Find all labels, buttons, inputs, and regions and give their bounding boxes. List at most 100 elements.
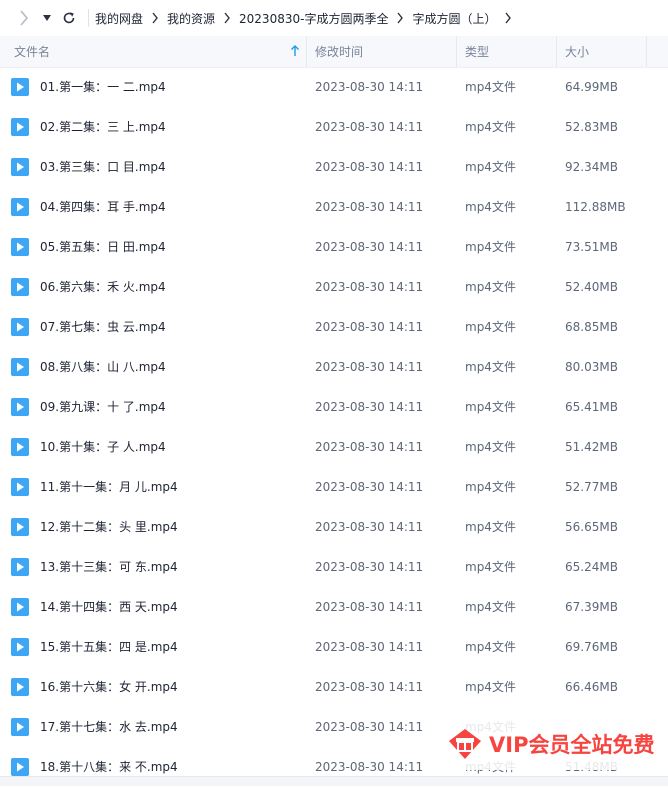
- file-type: mp4文件: [465, 320, 516, 334]
- file-type: mp4文件: [465, 480, 516, 494]
- video-file-icon: [11, 678, 29, 696]
- file-name[interactable]: 04.第四集：耳 手.mp4: [40, 187, 166, 227]
- file-row[interactable]: 13.第十三集：可 东.mp4 2023-08-30 14:11 mp4文件 65.2…: [0, 547, 668, 587]
- file-row[interactable]: 03.第三集：口 目.mp4 2023-08-30 14:11 mp4文件 92.34…: [0, 147, 668, 187]
- file-modified-time: 2023-08-30 14:11: [315, 360, 424, 374]
- file-name[interactable]: 07.第七集：虫 云.mp4: [40, 307, 166, 347]
- file-size: 65.41MB: [565, 400, 618, 414]
- file-modified-time: 2023-08-30 14:11: [315, 400, 424, 414]
- file-row[interactable]: 05.第五集：日 田.mp4 2023-08-30 14:11 mp4文件 73.51…: [0, 227, 668, 267]
- file-modified-time: 2023-08-30 14:11: [315, 120, 424, 134]
- file-size: 67.39MB: [565, 600, 618, 614]
- breadcrumb: 我的网盘 我的资源 20230830-字成方圆两季全 字成方圆（上）: [95, 10, 520, 27]
- column-header-size[interactable]: 大小: [556, 36, 646, 67]
- file-name[interactable]: 09.第九课：十 了.mp4: [40, 387, 166, 427]
- vip-promo-text: VIP会员全站免费: [489, 733, 655, 757]
- video-file-icon: [11, 478, 29, 496]
- file-name[interactable]: 05.第五集：日 田.mp4: [40, 227, 166, 267]
- column-header-type[interactable]: 类型: [456, 36, 556, 67]
- file-row[interactable]: 08.第八集：山 八.mp4 2023-08-30 14:11 mp4文件 80.03…: [0, 347, 668, 387]
- breadcrumb-item-current[interactable]: 字成方圆（上）: [412, 10, 496, 27]
- file-name[interactable]: 01.第一集：一 二.mp4: [40, 67, 166, 107]
- file-name[interactable]: 10.第十集：子 人.mp4: [40, 427, 166, 467]
- toolbar: 我的网盘 我的资源 20230830-字成方圆两季全 字成方圆（上）: [0, 0, 668, 36]
- file-row[interactable]: 06.第六集：禾 火.mp4 2023-08-30 14:11 mp4文件 52.40…: [0, 267, 668, 307]
- video-file-icon: [11, 158, 29, 176]
- file-size: 56.65MB: [565, 520, 618, 534]
- history-dropdown-button[interactable]: [38, 0, 56, 36]
- file-row[interactable]: 14.第十四集：西 天.mp4 2023-08-30 14:11 mp4文件 67.3…: [0, 587, 668, 627]
- file-name[interactable]: 14.第十四集：西 天.mp4: [40, 587, 178, 627]
- refresh-icon: [63, 12, 75, 24]
- column-header-mtime[interactable]: 修改时间: [306, 36, 456, 67]
- column-header-mtime-label: 修改时间: [315, 45, 364, 59]
- file-type: mp4文件: [465, 680, 516, 694]
- file-modified-time: 2023-08-30 14:11: [315, 600, 424, 614]
- video-file-icon: [11, 398, 29, 416]
- file-size: 52.40MB: [565, 280, 618, 294]
- video-file-icon: [11, 278, 29, 296]
- chevron-right-icon: [388, 12, 412, 24]
- file-size: 52.83MB: [565, 120, 618, 134]
- file-row[interactable]: 01.第一集：一 二.mp4 2023-08-30 14:11 mp4文件 64.99…: [0, 67, 668, 107]
- file-size: 68.85MB: [565, 320, 618, 334]
- file-row[interactable]: 10.第十集：子 人.mp4 2023-08-30 14:11 mp4文件 51.42…: [0, 427, 668, 467]
- file-modified-time: 2023-08-30 14:11: [315, 440, 424, 454]
- file-name[interactable]: 16.第十六集：女 开.mp4: [40, 667, 178, 707]
- file-name[interactable]: 11.第十一集：月 儿.mp4: [40, 467, 178, 507]
- file-size: 64.99MB: [565, 80, 618, 94]
- file-row[interactable]: 16.第十六集：女 开.mp4 2023-08-30 14:11 mp4文件 66.4…: [0, 667, 668, 707]
- file-modified-time: 2023-08-30 14:11: [315, 240, 424, 254]
- column-header: 文件名 修改时间 类型 大小: [0, 36, 668, 68]
- file-size: 73.51MB: [565, 240, 618, 254]
- file-row[interactable]: 15.第十五集：四 是.mp4 2023-08-30 14:11 mp4文件 69.7…: [0, 627, 668, 667]
- back-button[interactable]: [10, 0, 38, 36]
- breadcrumb-item[interactable]: 我的资源: [167, 10, 215, 27]
- file-modified-time: 2023-08-30 14:11: [315, 320, 424, 334]
- file-row[interactable]: 07.第七集：虫 云.mp4 2023-08-30 14:11 mp4文件 68.85…: [0, 307, 668, 347]
- vip-promo-badge[interactable]: VIP会员全站免费: [447, 718, 655, 770]
- file-name[interactable]: 12.第十二集：头 里.mp4: [40, 507, 178, 547]
- file-modified-time: 2023-08-30 14:11: [315, 160, 424, 174]
- file-modified-time: 2023-08-30 14:11: [315, 200, 424, 214]
- file-row[interactable]: 11.第十一集：月 儿.mp4 2023-08-30 14:11 mp4文件 52.7…: [0, 467, 668, 507]
- file-type: mp4文件: [465, 240, 516, 254]
- file-row[interactable]: 09.第九课：十 了.mp4 2023-08-30 14:11 mp4文件 65.41…: [0, 387, 668, 427]
- file-row[interactable]: 02.第二集：三 上.mp4 2023-08-30 14:11 mp4文件 52.83…: [0, 107, 668, 147]
- file-type: mp4文件: [465, 600, 516, 614]
- column-header-size-label: 大小: [565, 45, 590, 59]
- file-modified-time: 2023-08-30 14:11: [315, 680, 424, 694]
- arrow-up-icon[interactable]: [290, 45, 300, 57]
- video-file-icon: [11, 118, 29, 136]
- file-size: 69.76MB: [565, 640, 618, 654]
- video-file-icon: [11, 318, 29, 336]
- video-file-icon: [11, 718, 29, 736]
- chevron-right-icon: [215, 12, 239, 24]
- breadcrumb-item[interactable]: 我的网盘: [95, 10, 143, 27]
- column-header-name[interactable]: 文件名: [0, 36, 306, 67]
- file-modified-time: 2023-08-30 14:11: [315, 520, 424, 534]
- file-modified-time: 2023-08-30 14:11: [315, 80, 424, 94]
- file-row[interactable]: 12.第十二集：头 里.mp4 2023-08-30 14:11 mp4文件 56.6…: [0, 507, 668, 547]
- video-file-icon: [11, 638, 29, 656]
- file-modified-time: 2023-08-30 14:11: [315, 480, 424, 494]
- toolbar-divider: [88, 9, 89, 27]
- file-name[interactable]: 15.第十五集：四 是.mp4: [40, 627, 178, 667]
- caret-down-icon: [43, 15, 51, 21]
- file-row[interactable]: 04.第四集：耳 手.mp4 2023-08-30 14:11 mp4文件 112.8…: [0, 187, 668, 227]
- breadcrumb-item[interactable]: 20230830-字成方圆两季全: [239, 10, 388, 27]
- file-type: mp4文件: [465, 160, 516, 174]
- file-type: mp4文件: [465, 200, 516, 214]
- file-type: mp4文件: [465, 560, 516, 574]
- file-name[interactable]: 17.第十七集：水 去.mp4: [40, 707, 178, 747]
- file-name[interactable]: 06.第六集：禾 火.mp4: [40, 267, 166, 307]
- column-divider[interactable]: [646, 36, 647, 67]
- file-type: mp4文件: [465, 640, 516, 654]
- file-name[interactable]: 03.第三集：口 目.mp4: [40, 147, 166, 187]
- file-name[interactable]: 08.第八集：山 八.mp4: [40, 347, 166, 387]
- file-name[interactable]: 13.第十三集：可 东.mp4: [40, 547, 178, 587]
- chevron-right-icon: [143, 12, 167, 24]
- file-name[interactable]: 02.第二集：三 上.mp4: [40, 107, 166, 147]
- refresh-button[interactable]: [56, 0, 82, 36]
- chevron-right-icon[interactable]: [496, 12, 520, 24]
